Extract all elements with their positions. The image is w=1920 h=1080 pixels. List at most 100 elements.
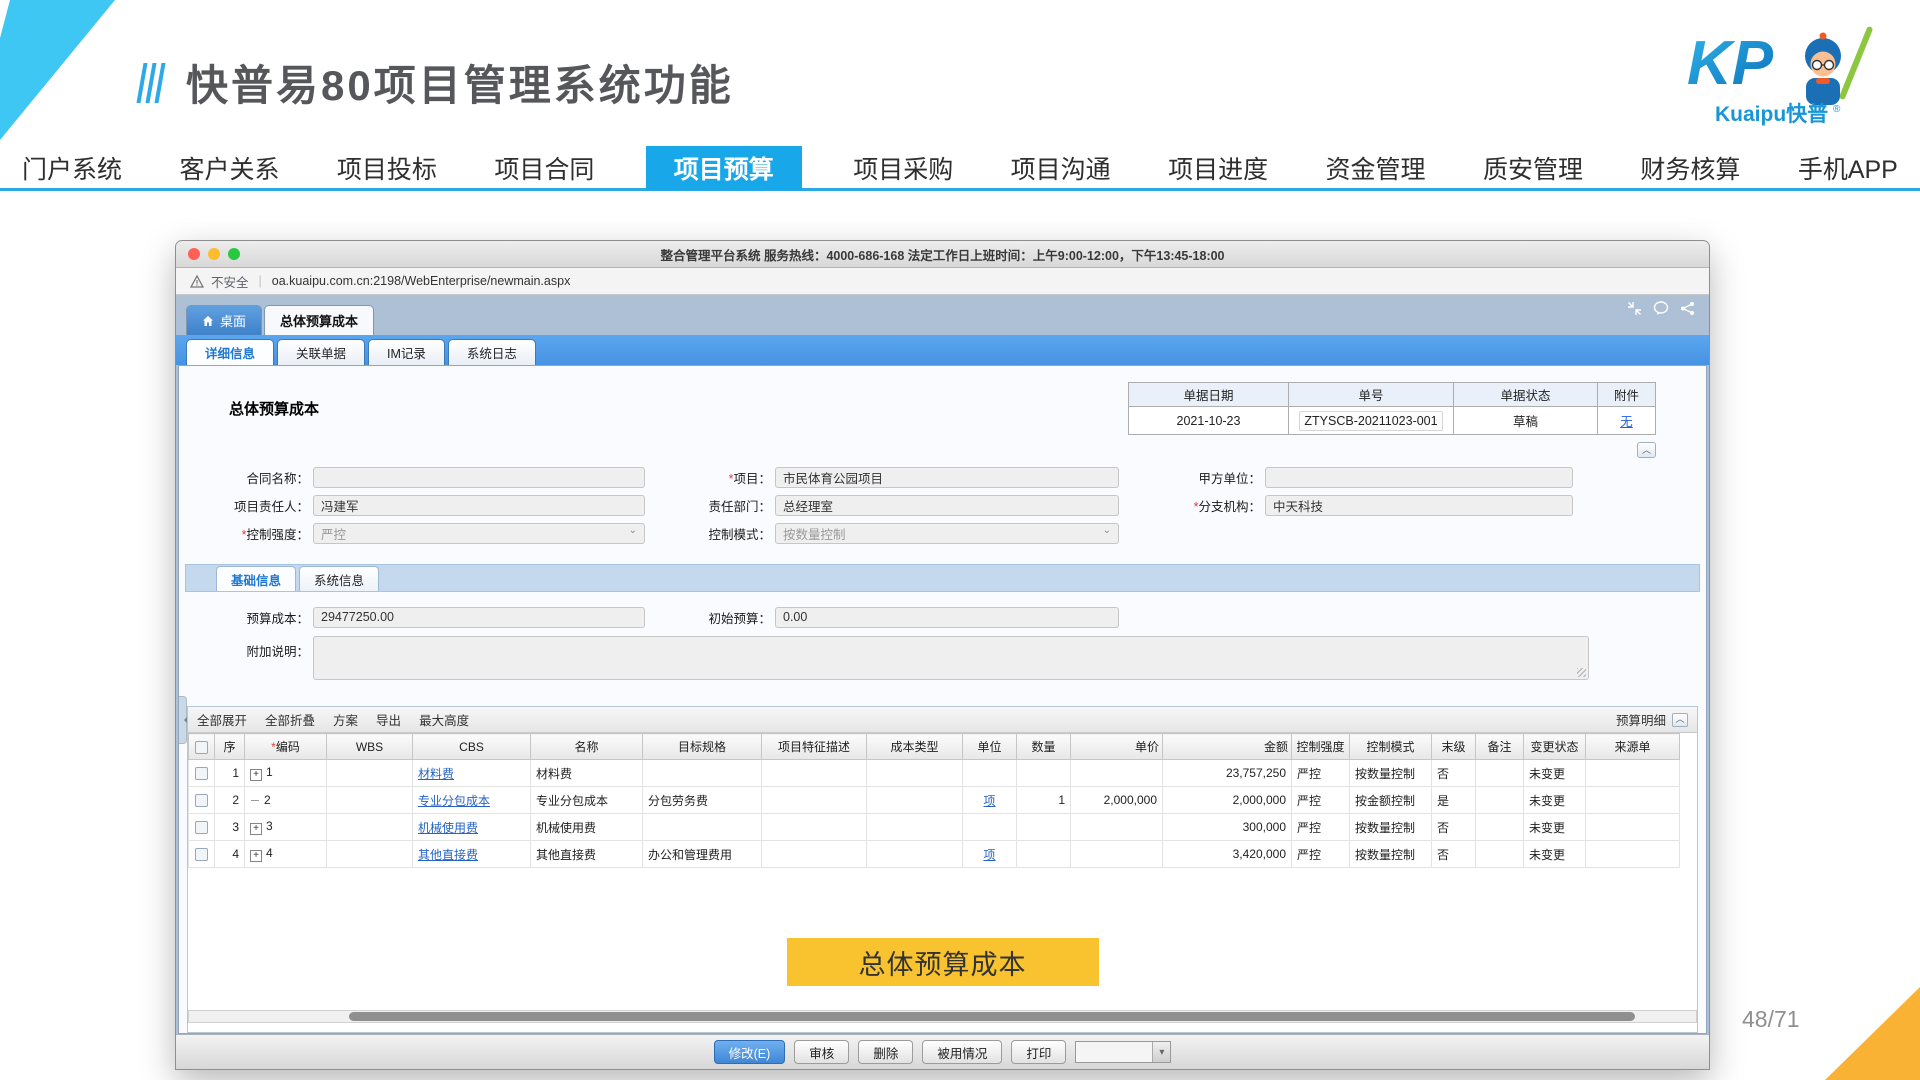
- share-icon[interactable]: [1680, 301, 1695, 316]
- approve-button[interactable]: 审核: [794, 1040, 849, 1064]
- grid-collapse-button[interactable]: [1672, 713, 1688, 727]
- app-area: 桌面 总体预算成本 详细信息 关联单据 IM记录 系统日志: [176, 295, 1709, 1069]
- nav-item-funds[interactable]: 资金管理: [1320, 146, 1432, 190]
- sidebar-collapse-handle[interactable]: [179, 696, 187, 744]
- doc-status-header: 单据状态: [1454, 383, 1598, 407]
- grid-panel-label: 预算明细: [1616, 710, 1666, 729]
- delete-button[interactable]: 删除: [858, 1040, 913, 1064]
- branch-input[interactable]: 中天科技: [1265, 495, 1573, 516]
- slide-page-number: 48/71: [1742, 1006, 1800, 1033]
- tab-basic-info[interactable]: 基础信息: [216, 566, 296, 591]
- col-code: *编码: [245, 734, 327, 760]
- additional-note-textarea[interactable]: [313, 636, 1589, 680]
- form-row-4: 预算成本： 29477250.00 初始预算： 0.00: [179, 606, 1706, 628]
- project-manager-input[interactable]: 冯建军: [313, 495, 645, 516]
- expand-icon[interactable]: +: [250, 769, 262, 781]
- module-nav: 门户系统 客户关系 项目投标 项目合同 项目预算 项目采购 项目沟通 项目进度 …: [0, 147, 1920, 191]
- expand-icon[interactable]: +: [250, 850, 262, 862]
- collapse-all-button[interactable]: 全部折叠: [265, 710, 315, 729]
- subtab-detail-info[interactable]: 详细信息: [186, 339, 274, 365]
- print-button[interactable]: 打印: [1011, 1040, 1066, 1064]
- project-input[interactable]: 市民体育公园项目: [775, 467, 1119, 488]
- field-project-manager: 项目责任人： 冯建军: [197, 494, 645, 516]
- expand-all-button[interactable]: 全部展开: [197, 710, 247, 729]
- more-actions-dropdown[interactable]: [1075, 1041, 1171, 1063]
- info-tabstrip: 基础信息 系统信息: [185, 564, 1700, 592]
- horizontal-scrollbar[interactable]: [188, 1010, 1697, 1023]
- fullscreen-icon[interactable]: [1627, 301, 1642, 316]
- nav-item-finance[interactable]: 财务核算: [1634, 146, 1746, 190]
- form-content-panel: 总体预算成本 单据日期 单号 单据状态 附件 2021-10-23 ZTYSCB…: [178, 365, 1707, 1034]
- nav-item-portal[interactable]: 门户系统: [16, 146, 128, 190]
- nav-item-progress[interactable]: 项目进度: [1162, 146, 1274, 190]
- cbs-link[interactable]: 机械使用费: [418, 821, 478, 835]
- window-title: 整合管理平台系统 服务热线：4000-686-168 法定工作日上班时间：上午9…: [176, 245, 1709, 264]
- control-mode-label: 控制模式：: [659, 524, 771, 543]
- doc-number-value: ZTYSCB-20211023-001: [1289, 407, 1454, 435]
- tab-system-info[interactable]: 系统信息: [299, 566, 379, 591]
- row-checkbox[interactable]: [195, 794, 208, 807]
- nav-item-procurement[interactable]: 项目采购: [847, 146, 959, 190]
- tab-budget-document[interactable]: 总体预算成本: [264, 305, 374, 335]
- subtab-system-log[interactable]: 系统日志: [448, 339, 536, 365]
- col-spec: 目标规格: [643, 734, 762, 760]
- department-input[interactable]: 总经理室: [775, 495, 1119, 516]
- col-strength: 控制强度: [1292, 734, 1350, 760]
- control-mode-select[interactable]: 按数量控制: [775, 523, 1119, 544]
- title-bars-icon: [136, 63, 165, 103]
- subtab-im-records[interactable]: IM记录: [368, 339, 445, 365]
- initial-budget-input[interactable]: 0.00: [775, 607, 1119, 628]
- usage-button[interactable]: 被用情况: [922, 1040, 1002, 1064]
- col-amount: 金额: [1163, 734, 1292, 760]
- budget-cost-input[interactable]: 29477250.00: [313, 607, 645, 628]
- nav-item-mobile-app[interactable]: 手机APP: [1792, 146, 1904, 190]
- cbs-link[interactable]: 专业分包成本: [418, 794, 490, 808]
- control-strength-select[interactable]: 严控: [313, 523, 645, 544]
- field-department: 责任部门： 总经理室: [659, 494, 1119, 516]
- select-all-checkbox[interactable]: [195, 741, 208, 754]
- nav-item-quality[interactable]: 质安管理: [1477, 146, 1589, 190]
- export-button[interactable]: 导出: [376, 710, 401, 729]
- field-control-strength: *控制强度： 严控: [197, 522, 645, 544]
- zoom-window-button[interactable]: [228, 248, 240, 260]
- modify-button[interactable]: 修改(E): [714, 1040, 786, 1064]
- expand-icon[interactable]: +: [250, 823, 262, 835]
- grid-toolbar: 全部展开 全部折叠 方案 导出 最大高度 预算明细: [188, 707, 1697, 733]
- nav-item-crm[interactable]: 客户关系: [173, 146, 285, 190]
- unit-link[interactable]: 项: [983, 794, 995, 808]
- cbs-link[interactable]: 材料费: [418, 767, 454, 781]
- header-collapse-button[interactable]: [1637, 442, 1656, 458]
- col-unit: 单位: [963, 734, 1017, 760]
- tab-desktop[interactable]: 桌面: [186, 305, 262, 335]
- nav-item-contract[interactable]: 项目合同: [488, 146, 600, 190]
- nav-item-budget[interactable]: 项目预算: [646, 146, 802, 190]
- row-checkbox[interactable]: [195, 821, 208, 834]
- doc-number-header: 单号: [1289, 383, 1454, 407]
- document-info-table: 单据日期 单号 单据状态 附件 2021-10-23 ZTYSCB-202110…: [1128, 382, 1656, 435]
- cbs-link[interactable]: 其他直接费: [418, 848, 478, 862]
- subtab-toolbar-icons: [1627, 301, 1695, 316]
- unit-link[interactable]: 项: [983, 848, 995, 862]
- row-checkbox[interactable]: [195, 767, 208, 780]
- scrollbar-thumb[interactable]: [349, 1012, 1635, 1021]
- scheme-button[interactable]: 方案: [333, 710, 358, 729]
- doc-attachment-header: 附件: [1598, 383, 1656, 407]
- subtab-related-docs[interactable]: 关联单据: [277, 339, 365, 365]
- grid-panel-label-group: 预算明细: [1616, 710, 1688, 729]
- minimize-window-button[interactable]: [208, 248, 220, 260]
- max-height-button[interactable]: 最大高度: [419, 710, 469, 729]
- security-label[interactable]: 不安全: [211, 272, 249, 291]
- field-control-mode: 控制模式： 按数量控制: [659, 522, 1119, 544]
- url-text[interactable]: oa.kuaipu.com.cn:2198/WebEnterprise/newm…: [272, 274, 571, 288]
- row-checkbox[interactable]: [195, 848, 208, 861]
- party-a-input[interactable]: [1265, 467, 1573, 488]
- attachment-link[interactable]: 无: [1620, 415, 1633, 429]
- budget-table-header-row: 序 *编码 WBS CBS 名称 目标规格 项目特征描述 成本类型 单位 数量 …: [189, 734, 1680, 760]
- nav-item-communication[interactable]: 项目沟通: [1005, 146, 1117, 190]
- warning-icon: [190, 275, 204, 288]
- slide-header: 快普易80项目管理系统功能: [140, 52, 734, 113]
- contract-name-input[interactable]: [313, 467, 645, 488]
- nav-item-bidding[interactable]: 项目投标: [331, 146, 443, 190]
- close-window-button[interactable]: [188, 248, 200, 260]
- chat-icon[interactable]: [1653, 301, 1669, 316]
